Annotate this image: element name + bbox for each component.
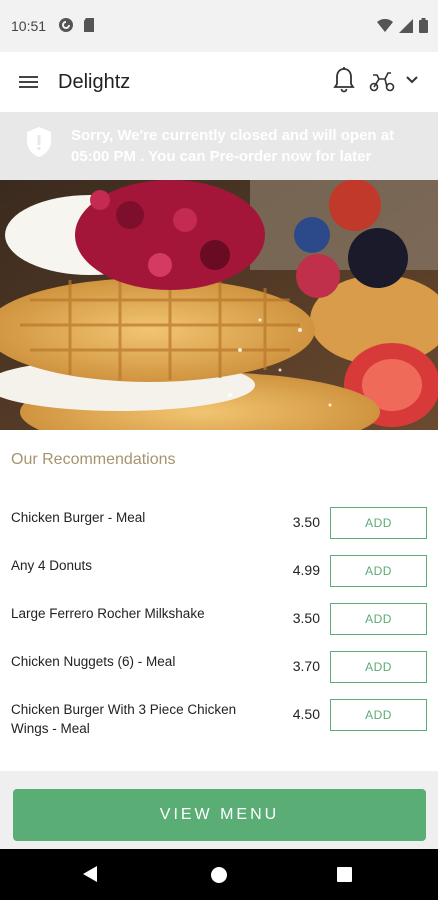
status-left-icons	[58, 17, 96, 33]
hero-image	[0, 180, 438, 430]
item-price: 4.50	[292, 706, 320, 722]
item-name: Chicken Nuggets (6) - Meal	[11, 654, 176, 669]
status-time: 10:51	[11, 18, 47, 34]
system-nav-bar	[0, 849, 438, 900]
recent-apps-icon[interactable]	[337, 867, 352, 882]
item-price: 4.99	[292, 562, 320, 578]
add-button[interactable]: ADD	[330, 699, 427, 731]
app-title: Delightz	[58, 71, 131, 93]
recommendations-title: Our Recommendations	[11, 451, 176, 468]
waffle-with-berries-image	[0, 180, 438, 430]
item-name: Any 4 Donuts	[11, 558, 93, 573]
shield-icon	[27, 127, 51, 157]
list-item: Large Ferrero Rocher Milkshake 3.50 ADD	[0, 592, 438, 640]
item-name: Large Ferrero Rocher Milkshake	[11, 606, 205, 621]
item-name: Chicken Burger - Meal	[11, 510, 146, 525]
item-price: 3.50	[292, 610, 320, 626]
pocket-casts-icon	[59, 18, 73, 32]
chevron-down-icon[interactable]	[404, 72, 420, 88]
signal-icon	[399, 18, 413, 33]
closed-banner: Sorry, We're currently closed and will o…	[0, 112, 438, 180]
item-name: Chicken Burger With 3 Piece Chicken Wing…	[11, 702, 237, 736]
list-item: Chicken Burger With 3 Piece Chicken Wing…	[0, 688, 438, 748]
sd-card-icon	[84, 18, 94, 32]
list-item: Any 4 Donuts 4.99 ADD	[0, 544, 438, 592]
battery-icon	[419, 18, 428, 33]
list-item: Chicken Nuggets (6) - Meal 3.70 ADD	[0, 640, 438, 688]
add-button[interactable]: ADD	[330, 603, 427, 635]
item-price: 3.50	[292, 514, 320, 530]
add-button[interactable]: ADD	[330, 507, 427, 539]
home-icon[interactable]	[211, 867, 227, 883]
scooter-icon[interactable]	[368, 69, 396, 93]
menu-icon[interactable]	[18, 72, 40, 92]
app-bar: Delightz	[0, 52, 438, 112]
back-icon[interactable]	[82, 865, 98, 883]
view-menu-button[interactable]: VIEW MENU	[13, 789, 426, 841]
wifi-icon	[377, 18, 393, 32]
status-right-icons	[377, 18, 428, 33]
status-bar: 10:51	[0, 0, 438, 52]
item-price: 3.70	[292, 658, 320, 674]
bell-icon[interactable]	[332, 66, 356, 94]
list-item: Chicken Burger - Meal 3.50 ADD	[0, 496, 438, 544]
add-button[interactable]: ADD	[330, 555, 427, 587]
closed-notice-text: Sorry, We're currently closed and will o…	[71, 127, 395, 165]
add-button[interactable]: ADD	[330, 651, 427, 683]
